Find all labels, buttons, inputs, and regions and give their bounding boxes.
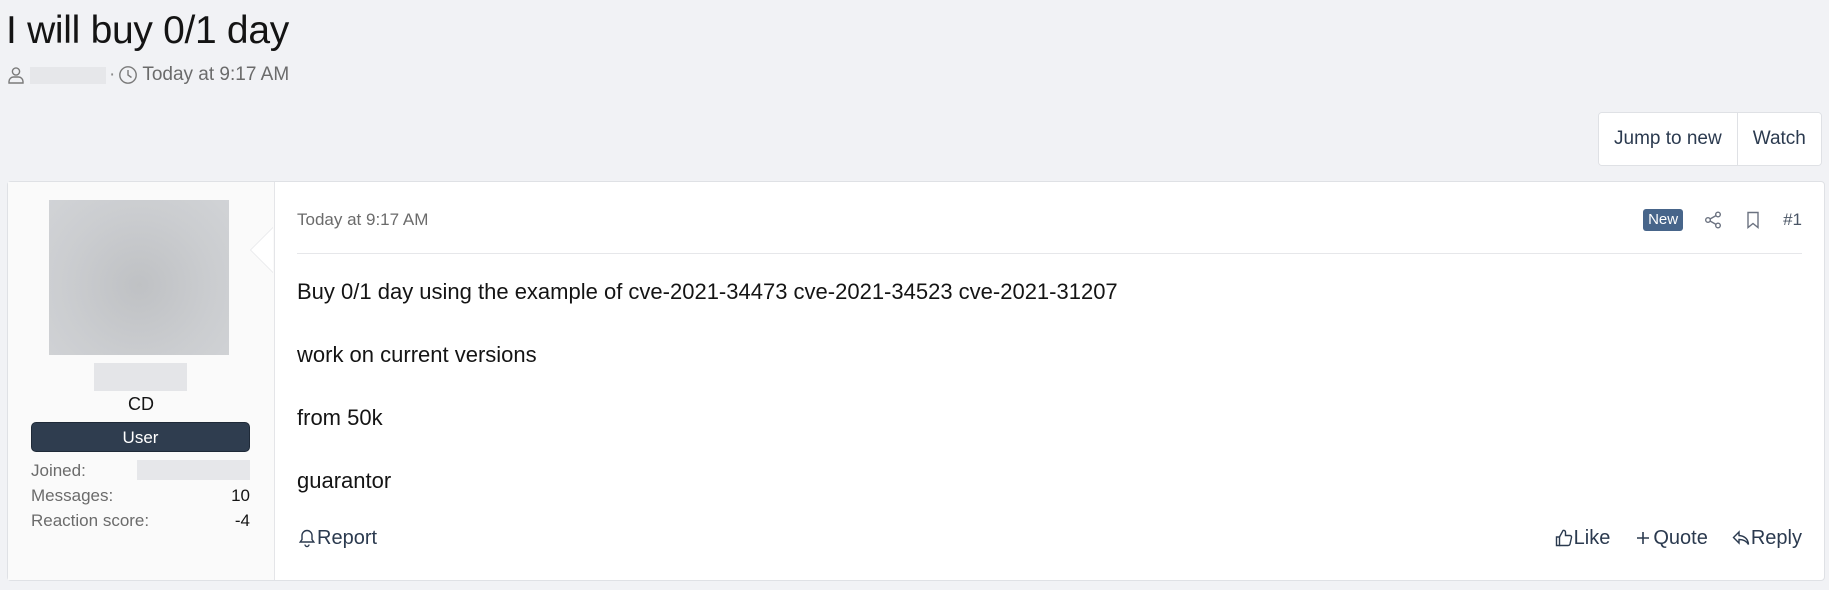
post-body: Buy 0/1 day using the example of cve-202… xyxy=(297,276,1118,528)
user-icon xyxy=(6,65,26,85)
post-number-link[interactable]: #1 xyxy=(1783,210,1802,230)
post-footer: Report Like Quote Reply xyxy=(297,524,1802,552)
like-button[interactable]: Like xyxy=(1554,526,1611,550)
user-title: CD xyxy=(128,394,154,414)
post-body-line: from 50k xyxy=(297,405,383,430)
post-body-line: guarantor xyxy=(297,468,392,493)
user-arrow xyxy=(251,228,273,272)
quote-label: Quote xyxy=(1653,526,1708,549)
post-user-column: CD User Joined: Messages: 10 Reaction sc… xyxy=(8,182,275,580)
post-date[interactable]: Today at 9:17 AM xyxy=(297,210,428,230)
thumbs-up-icon xyxy=(1554,528,1574,548)
stat-label-messages: Messages: xyxy=(31,486,114,505)
post-footer-actions: Like Quote Reply xyxy=(1531,527,1802,550)
reply-icon xyxy=(1731,528,1751,548)
stat-row-joined: Joined: xyxy=(31,458,250,483)
post-header-actions: New #1 xyxy=(1643,209,1802,231)
post-content: Today at 9:17 AM New #1 Buy 0/1 day usin… xyxy=(297,182,1802,580)
quote-button[interactable]: Quote xyxy=(1633,526,1708,550)
watch-button[interactable]: Watch xyxy=(1736,113,1821,165)
stat-value-reaction: -4 xyxy=(234,511,250,530)
thread-button-group: Jump to new Watch xyxy=(1598,112,1822,166)
thread-author-redacted xyxy=(30,66,106,84)
report-link[interactable]: Report xyxy=(297,527,377,550)
reply-button[interactable]: Reply xyxy=(1731,527,1802,550)
user-banner: User xyxy=(31,422,250,452)
new-badge: New xyxy=(1643,209,1684,231)
post-body-line: work on current versions xyxy=(297,342,537,367)
plus-icon xyxy=(1633,528,1653,548)
reply-label: Reply xyxy=(1750,526,1802,549)
like-label: Like xyxy=(1573,526,1611,549)
clock-icon xyxy=(118,65,138,85)
post-header: Today at 9:17 AM New #1 xyxy=(297,208,1802,232)
stat-label-reaction: Reaction score: xyxy=(31,511,150,530)
thread-meta: · Today at 9:17 AM xyxy=(6,62,289,88)
post-body-line: Buy 0/1 day using the example of cve-202… xyxy=(297,279,1118,304)
report-label: Report xyxy=(317,526,378,549)
user-stats: Joined: Messages: 10 Reaction score: -4 xyxy=(31,458,250,533)
thread-start-time[interactable]: Today at 9:17 AM xyxy=(142,64,289,86)
avatar[interactable] xyxy=(49,200,229,355)
meta-separator: · xyxy=(109,64,116,85)
header-divider xyxy=(297,253,1802,254)
bookmark-icon[interactable] xyxy=(1743,210,1763,230)
stat-row-messages: Messages: 10 xyxy=(31,483,250,508)
jump-to-new-button[interactable]: Jump to new xyxy=(1599,113,1737,165)
bell-icon xyxy=(297,528,317,548)
post-message: CD User Joined: Messages: 10 Reaction sc… xyxy=(7,181,1825,581)
share-icon[interactable] xyxy=(1703,210,1723,230)
thread-title: I will buy 0/1 day xyxy=(6,9,289,52)
stat-value-messages[interactable]: 10 xyxy=(231,483,250,508)
stat-label-joined: Joined: xyxy=(31,461,86,480)
username-redacted[interactable] xyxy=(94,363,187,391)
stat-value-joined-redacted xyxy=(137,460,250,480)
stat-row-reaction: Reaction score: -4 xyxy=(31,508,250,533)
